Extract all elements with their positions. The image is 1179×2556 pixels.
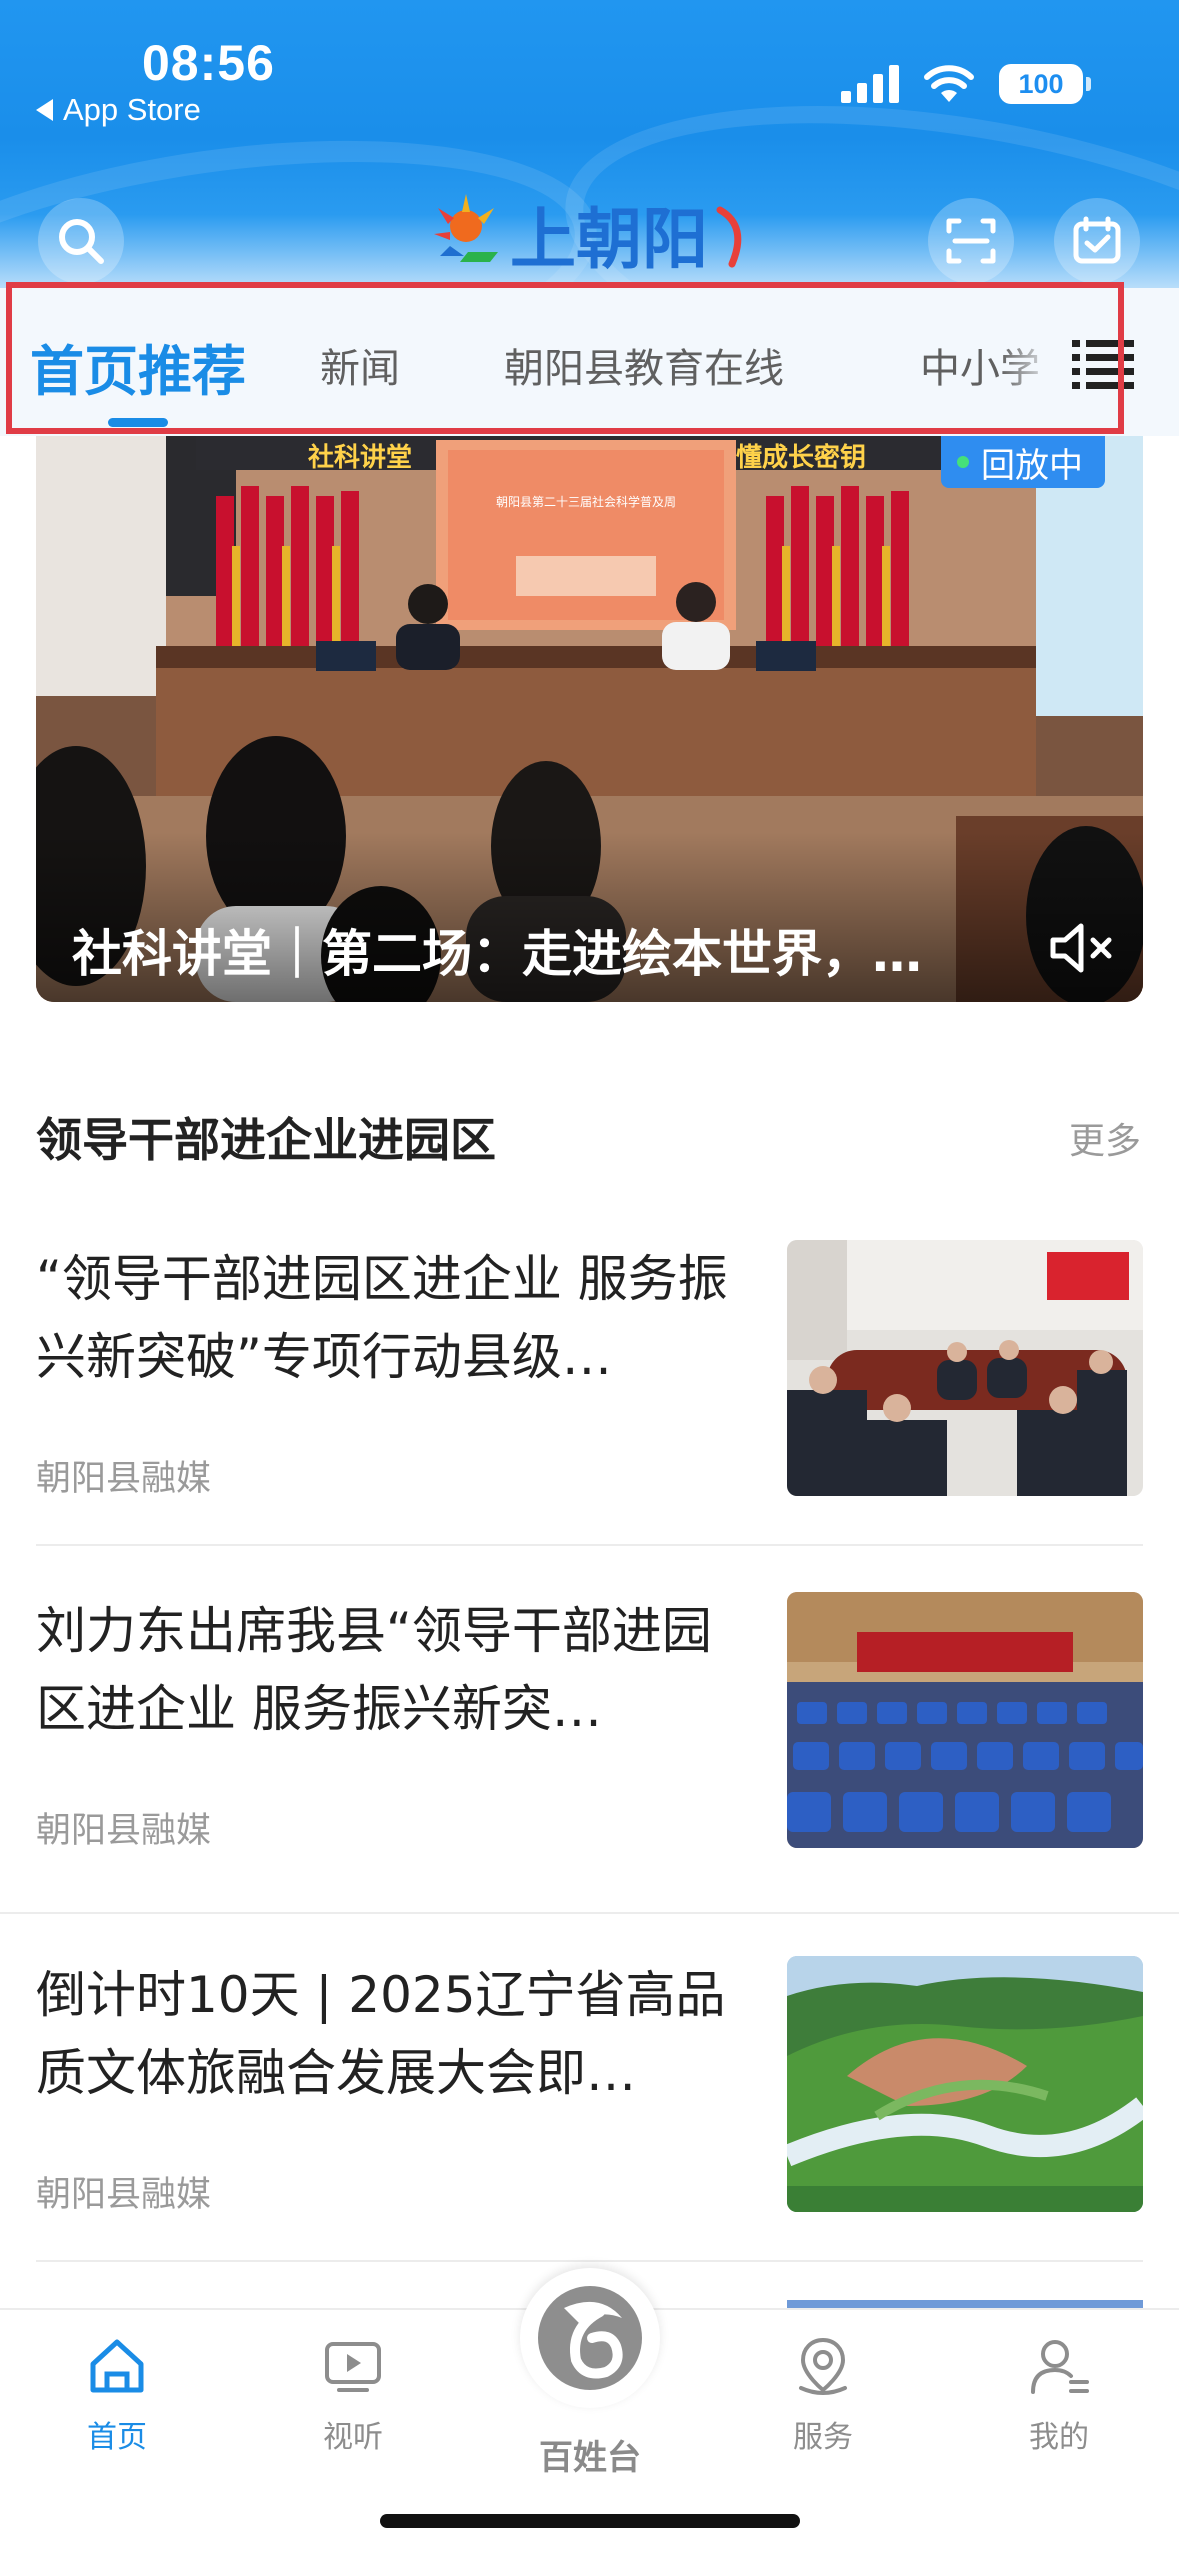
location-icon <box>799 2337 847 2395</box>
news-title[interactable]: 倒计时10天 | 2025辽宁省高品质文体旅融合发展大会即… <box>36 1956 748 2112</box>
logo-sun-icon <box>434 194 498 262</box>
checkin-button[interactable] <box>1054 198 1140 284</box>
user-icon <box>1031 2340 1089 2394</box>
section-more-link[interactable]: 更多 <box>1069 1112 1141 1164</box>
mute-icon[interactable] <box>1047 920 1117 976</box>
nav-home[interactable]: 首页 <box>42 2334 192 2456</box>
hero-screen-caption: 朝阳县第二十三届社会科学普及周 <box>496 494 676 509</box>
back-app-label: App Store <box>63 92 201 127</box>
news-item[interactable]: 倒计时10天 | 2025辽宁省高品质文体旅融合发展大会即… 朝阳县融媒 <box>36 1956 1143 2220</box>
tab-news[interactable]: 新闻 <box>320 336 400 394</box>
nav-profile[interactable]: 我的 <box>984 2334 1134 2456</box>
app-logo: 上朝阳 <box>434 194 742 278</box>
tab-education-online[interactable]: 朝阳县教育在线 <box>504 336 784 394</box>
list-divider <box>0 1912 1179 1914</box>
logo-text: 上朝阳 <box>510 201 708 278</box>
active-tab-indicator <box>108 418 168 427</box>
search-icon <box>59 219 104 264</box>
nav-service-label: 服务 <box>793 2420 853 2455</box>
scan-icon <box>946 218 996 264</box>
tab-recommended[interactable]: 首页推荐 <box>30 327 246 406</box>
tv-icon <box>325 2342 381 2392</box>
hero-title[interactable]: 社科讲堂｜第二场：走进绘本世界，… <box>72 914 1032 986</box>
channel-tab-bar: 首页推荐 新闻 朝阳县教育在线 中小学 <box>0 288 1179 436</box>
news-thumbnail <box>787 1240 1143 1496</box>
nav-profile-label: 我的 <box>1029 2420 1089 2455</box>
nav-baixingtai[interactable] <box>520 2268 660 2408</box>
news-title[interactable]: 刘力东出席我县“领导干部进园区进企业 服务振兴新突… <box>36 1592 748 1748</box>
news-thumbnail <box>787 1956 1143 2212</box>
hero-video-card[interactable]: 社科讲堂 懂成长密钥 朝阳县第二十三届社会科学普及周 回放中 社科讲堂｜第二场：… <box>36 436 1143 1002</box>
replay-badge: 回放中 <box>941 436 1105 488</box>
home-indicator <box>380 2514 800 2528</box>
signal-icon <box>841 65 899 103</box>
news-item[interactable]: 刘力东出席我县“领导干部进园区进企业 服务振兴新突… 朝阳县融媒 <box>36 1592 1143 1856</box>
wifi-icon <box>924 65 974 102</box>
hero-banner-left: 社科讲堂 <box>308 442 412 473</box>
scan-button[interactable] <box>928 198 1014 284</box>
list-divider <box>36 2260 1143 2262</box>
tab-fade <box>1000 288 1070 436</box>
hero-banner-right: 懂成长密钥 <box>736 442 866 473</box>
calendar-check-icon <box>1073 216 1121 264</box>
status-time: 08:56 <box>142 35 275 91</box>
search-button[interactable] <box>38 198 124 284</box>
nav-baixingtai-label: 百姓台 <box>539 2438 641 2478</box>
news-thumbnail <box>787 1592 1143 1848</box>
battery-indicator: 100 <box>999 64 1091 104</box>
bottom-navigation: 首页 视听 百姓台 服务 我的 <box>0 2268 1179 2556</box>
replay-badge-label: 回放中 <box>981 445 1083 486</box>
news-source: 朝阳县融媒 <box>36 2175 212 2215</box>
channel-list-icon[interactable] <box>1072 338 1134 390</box>
app-header: 08:56 App Store 100 上朝阳 <box>0 0 1179 306</box>
live-dot-icon <box>957 456 969 468</box>
news-item[interactable]: “领导干部进园区进企业 服务振兴新突破”专项行动县级… 朝阳县融媒 <box>36 1240 1143 1504</box>
nav-service[interactable]: 服务 <box>748 2334 898 2456</box>
nav-home-label: 首页 <box>87 2420 147 2455</box>
section-title: 领导干部进企业进园区 <box>36 1113 496 1167</box>
list-divider <box>36 1544 1143 1546</box>
logo-icon <box>538 2286 642 2390</box>
back-arrow-icon <box>36 99 53 121</box>
news-title[interactable]: “领导干部进园区进企业 服务振兴新突破”专项行动县级… <box>36 1240 748 1396</box>
back-to-app-store[interactable]: App Store <box>36 92 201 128</box>
home-icon <box>90 2339 144 2393</box>
nav-video[interactable]: 视听 <box>278 2334 428 2456</box>
news-source: 朝阳县融媒 <box>36 1459 212 1499</box>
news-source: 朝阳县融媒 <box>36 1811 212 1851</box>
nav-video-label: 视听 <box>323 2420 383 2455</box>
status-icons: 100 <box>841 64 1091 104</box>
